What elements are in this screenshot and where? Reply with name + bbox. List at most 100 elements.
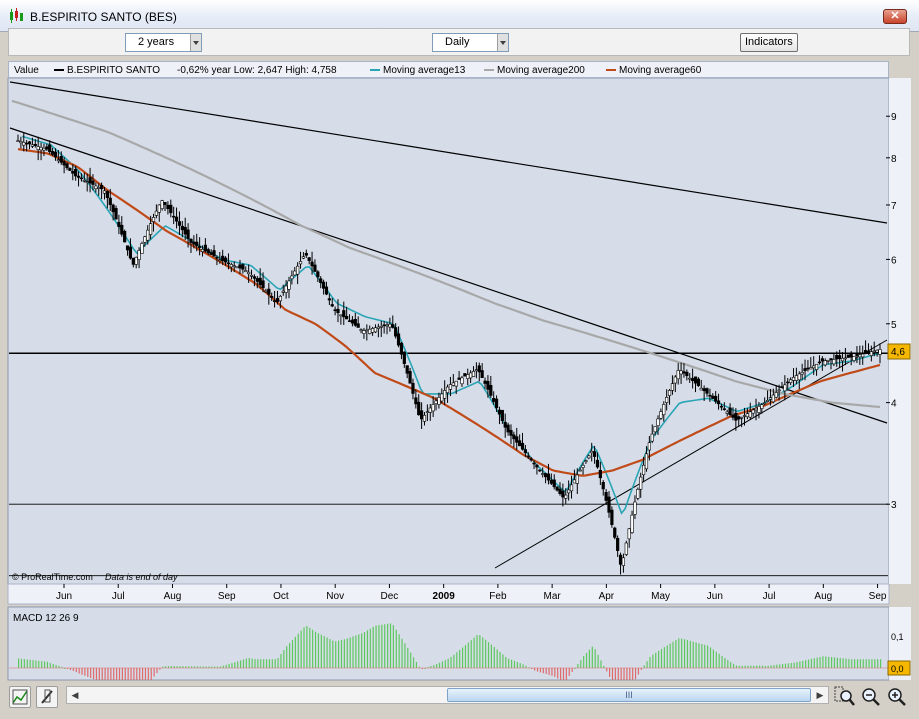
candle-body <box>489 385 493 396</box>
macd-bar <box>346 638 348 668</box>
candle-body <box>552 479 556 488</box>
macd-bar <box>660 648 663 668</box>
macd-bar <box>781 664 784 668</box>
macd-bar <box>127 668 129 680</box>
macd-bar <box>580 660 582 668</box>
macd-bar <box>265 659 268 668</box>
macd-bar <box>323 636 325 668</box>
macd-bar <box>813 658 815 668</box>
candle-body <box>838 355 842 359</box>
macd-bar <box>461 647 464 668</box>
macd-bar <box>663 647 665 668</box>
candle-body <box>558 488 562 494</box>
candle-body <box>140 243 144 254</box>
macd-bar <box>98 668 100 680</box>
time-scrollbar[interactable]: ◀ III ▶ <box>66 686 829 704</box>
macd-bar <box>277 658 279 668</box>
macd-bar <box>20 658 23 668</box>
macd-bar <box>730 661 732 668</box>
candle-body <box>281 290 285 293</box>
macd-bar <box>447 658 449 668</box>
macd-bar <box>744 665 746 668</box>
macd-bar <box>611 668 614 680</box>
macd-bar <box>802 660 804 668</box>
macd-bar <box>750 665 752 668</box>
candle-body <box>347 320 352 322</box>
candle-body <box>771 394 775 403</box>
candle-body <box>102 190 107 194</box>
candle-body <box>768 397 773 400</box>
macd-bar <box>756 665 758 668</box>
candle-body <box>673 376 677 384</box>
candle-body <box>711 395 715 399</box>
candle-body <box>618 554 623 565</box>
time-axis-label: Jul <box>763 591 776 602</box>
macd-bar <box>836 657 838 668</box>
macd-bar <box>681 638 683 668</box>
candle-body <box>134 256 138 265</box>
macd-bar <box>683 639 686 668</box>
macd-bar <box>349 637 351 668</box>
candle-body <box>529 458 533 461</box>
candle-body <box>693 376 698 384</box>
candle-body <box>330 304 334 307</box>
macd-bar <box>839 658 841 668</box>
candle-body <box>425 411 429 413</box>
candle-body <box>356 323 360 328</box>
chart-tool-button[interactable] <box>9 686 31 708</box>
macd-bar <box>245 658 247 668</box>
scroll-left-icon[interactable]: ◀ <box>67 687 83 703</box>
macd-bar <box>779 664 781 668</box>
candle-body <box>515 436 519 443</box>
macd-bar <box>326 637 328 668</box>
candle-body <box>19 141 23 144</box>
candle-body <box>359 329 363 331</box>
macd-bar <box>848 658 850 668</box>
candle-body <box>114 208 118 220</box>
candle-body <box>492 398 496 402</box>
macd-bar <box>222 665 224 668</box>
macd-bar <box>562 668 565 680</box>
candle-body <box>572 479 577 484</box>
macd-bar <box>55 664 57 668</box>
candle-body <box>428 407 432 413</box>
candle-body <box>595 459 600 468</box>
candle-body <box>131 257 135 265</box>
macd-bar <box>709 647 712 668</box>
scroll-right-icon[interactable]: ▶ <box>812 687 828 703</box>
macd-bar <box>502 654 504 668</box>
candle-body <box>538 469 542 472</box>
draw-tool-button[interactable] <box>36 686 58 708</box>
candle-body <box>457 377 461 380</box>
zoom-out-icon[interactable] <box>860 686 882 708</box>
time-axis-label: Sep <box>869 591 887 602</box>
candle-body <box>480 370 484 378</box>
candle-body <box>569 484 574 492</box>
candle-body <box>448 384 453 390</box>
zoom-in-icon[interactable] <box>886 686 908 708</box>
candle-body <box>169 204 173 214</box>
macd-bar <box>309 627 311 668</box>
scroll-thumb[interactable]: III <box>447 688 811 702</box>
zoom-select-icon[interactable] <box>834 686 856 708</box>
candle-body <box>33 143 37 146</box>
candle-body <box>494 398 499 409</box>
price-chart[interactable]: 9 8 7 6 5 4 3 4,6 © ProRealTime.com Data is en… <box>0 0 919 719</box>
candle-body <box>422 414 427 422</box>
candle-body <box>408 371 412 384</box>
macd-bar <box>487 642 490 668</box>
candle-body <box>823 360 827 366</box>
macd-bar <box>139 668 141 680</box>
macd-bar <box>799 661 801 668</box>
candle-body <box>564 494 568 499</box>
candle-body <box>414 397 418 405</box>
macd-bar <box>689 640 691 668</box>
candle-body <box>97 187 101 189</box>
candle-body <box>105 191 109 198</box>
macd-bar <box>130 668 132 680</box>
macd-bar <box>652 654 654 668</box>
macd-bar <box>571 668 573 672</box>
macd-bar <box>268 659 271 668</box>
candle-body <box>662 404 666 416</box>
macd-bar <box>358 634 360 668</box>
